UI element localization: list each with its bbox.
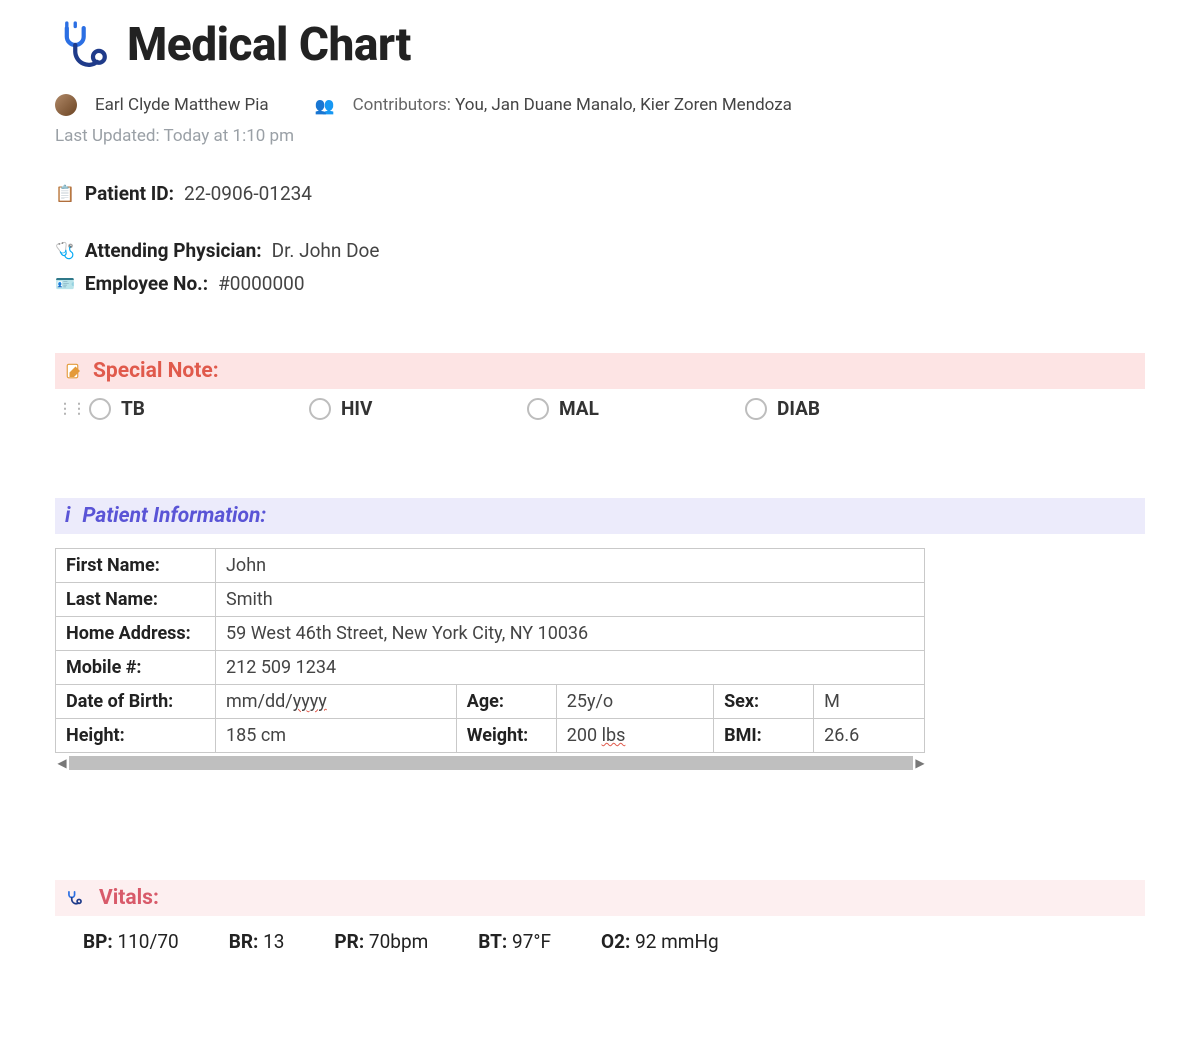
author-row: Earl Clyde Matthew Pia 👥 Contributors: Y… <box>55 94 1145 116</box>
check-tb[interactable]: TB <box>89 397 309 420</box>
vital-pr-label: PR: <box>334 930 364 953</box>
check-label-diab: DIAB <box>777 397 820 420</box>
check-label-mal: MAL <box>559 397 599 420</box>
patient-info-banner: i Patient Information: <box>55 498 1145 534</box>
dob-value[interactable]: mm/dd/yyyy <box>216 685 457 719</box>
special-note-checks: ⋮⋮ TB HIV MAL DIAB <box>55 389 1145 420</box>
height-label: Height: <box>56 719 216 753</box>
vital-o2-label: O2: <box>601 930 630 953</box>
vital-br-value: 13 <box>263 930 284 953</box>
info-i-icon: i <box>65 504 70 528</box>
table-row: Date of Birth: mm/dd/yyyy Age: 25y/o Sex… <box>56 685 925 719</box>
drag-handle-icon[interactable]: ⋮⋮ <box>55 401 89 417</box>
doctor-icon: 🩺 <box>55 241 75 260</box>
weight-typo: lbs <box>602 725 626 746</box>
author-name[interactable]: Earl Clyde Matthew Pia <box>95 95 269 115</box>
patient-info-table-wrap: First Name: John Last Name: Smith Home A… <box>55 548 925 770</box>
contributors-list[interactable]: You, Jan Duane Manalo, Kier Zoren Mendoz… <box>455 95 792 115</box>
mobile-value[interactable]: 212 509 1234 <box>216 651 925 685</box>
last-updated-label: Last Updated: <box>55 126 160 146</box>
patient-info-title: Patient Information: <box>82 504 266 528</box>
check-label-tb: TB <box>121 397 145 420</box>
patient-info-table: First Name: John Last Name: Smith Home A… <box>55 548 925 753</box>
special-note-title: Special Note: <box>93 359 219 383</box>
vital-o2-value: 92 mmHg <box>635 930 719 953</box>
last-updated-value: Today at 1:10 pm <box>164 126 294 146</box>
table-row: Mobile #: 212 509 1234 <box>56 651 925 685</box>
address-label: Home Address: <box>56 617 216 651</box>
vitals-banner: Vitals: <box>55 880 1145 916</box>
contributors-label: Contributors: <box>353 95 451 115</box>
weight-value[interactable]: 200 lbs <box>556 719 713 753</box>
patient-id-line: 📋 Patient ID: 22-0906-01234 <box>55 182 1145 205</box>
vital-pr-value: 70bpm <box>369 930 428 953</box>
vital-pr: PR: 70bpm <box>334 930 428 953</box>
first-name-label: First Name: <box>56 549 216 583</box>
page-title: Medical Chart <box>127 18 411 72</box>
weight-label: Weight: <box>456 719 556 753</box>
mobile-label: Mobile #: <box>56 651 216 685</box>
radio-icon[interactable] <box>745 398 767 420</box>
stethoscope-small-icon <box>65 889 83 907</box>
check-mal[interactable]: MAL <box>527 397 745 420</box>
dob-label: Date of Birth: <box>56 685 216 719</box>
table-row: Last Name: Smith <box>56 583 925 617</box>
table-row: Height: 185 cm Weight: 200 lbs BMI: 26.6 <box>56 719 925 753</box>
sex-label: Sex: <box>714 685 814 719</box>
radio-icon[interactable] <box>89 398 111 420</box>
bmi-label: BMI: <box>714 719 814 753</box>
check-label-hiv: HIV <box>341 397 372 420</box>
last-name-label: Last Name: <box>56 583 216 617</box>
scroll-track[interactable] <box>69 756 913 770</box>
patient-id-value: 22-0906-01234 <box>184 182 312 205</box>
scroll-right-arrow-icon[interactable]: ▶ <box>913 756 927 770</box>
employee-line: 🪪 Employee No.: #0000000 <box>55 272 1145 295</box>
height-value[interactable]: 185 cm <box>216 719 457 753</box>
sex-value[interactable]: M <box>814 685 925 719</box>
table-row: Home Address: 59 West 46th Street, New Y… <box>56 617 925 651</box>
stethoscope-icon <box>55 18 109 72</box>
dob-typo: yyyy <box>293 691 327 712</box>
check-diab[interactable]: DIAB <box>745 397 945 420</box>
check-hiv[interactable]: HIV <box>309 397 527 420</box>
physician-line: 🩺 Attending Physician: Dr. John Doe <box>55 239 1145 262</box>
bmi-value[interactable]: 26.6 <box>814 719 925 753</box>
vital-br: BR: 13 <box>229 930 285 953</box>
clipboard-icon: 📋 <box>55 184 75 203</box>
badge-icon: 🪪 <box>55 274 75 293</box>
address-value[interactable]: 59 West 46th Street, New York City, NY 1… <box>216 617 925 651</box>
vital-bt-label: BT: <box>478 930 507 953</box>
physician-value: Dr. John Doe <box>272 239 380 262</box>
scroll-left-arrow-icon[interactable]: ◀ <box>55 756 69 770</box>
vital-bt-value: 97°F <box>512 930 551 953</box>
vital-bp-value: 110/70 <box>117 930 178 953</box>
physician-label: Attending Physician: <box>85 239 262 262</box>
vitals-title: Vitals: <box>99 886 159 910</box>
author-avatar[interactable] <box>55 94 77 116</box>
people-icon: 👥 <box>315 96 335 115</box>
last-updated: Last Updated: Today at 1:10 pm <box>55 126 1145 146</box>
first-name-value[interactable]: John <box>216 549 925 583</box>
age-label: Age: <box>456 685 556 719</box>
vital-br-label: BR: <box>229 930 259 953</box>
patient-id-label: Patient ID: <box>85 182 174 205</box>
title-row: Medical Chart <box>55 18 1145 72</box>
vital-bt: BT: 97°F <box>478 930 551 953</box>
age-value[interactable]: 25y/o <box>556 685 713 719</box>
vital-o2: O2: 92 mmHg <box>601 930 719 953</box>
vitals-row: BP: 110/70 BR: 13 PR: 70bpm BT: 97°F O2:… <box>55 916 1145 953</box>
radio-icon[interactable] <box>527 398 549 420</box>
note-icon <box>65 362 83 380</box>
vital-bp: BP: 110/70 <box>83 930 179 953</box>
dob-prefix: mm/dd/ <box>226 691 293 712</box>
weight-num: 200 <box>567 725 602 746</box>
employee-label: Employee No.: <box>85 272 208 295</box>
horizontal-scrollbar[interactable]: ◀ ▶ <box>55 756 927 770</box>
special-note-banner: Special Note: <box>55 353 1145 389</box>
vital-bp-label: BP: <box>83 930 113 953</box>
table-row: First Name: John <box>56 549 925 583</box>
employee-value: #0000000 <box>218 272 304 295</box>
last-name-value[interactable]: Smith <box>216 583 925 617</box>
radio-icon[interactable] <box>309 398 331 420</box>
